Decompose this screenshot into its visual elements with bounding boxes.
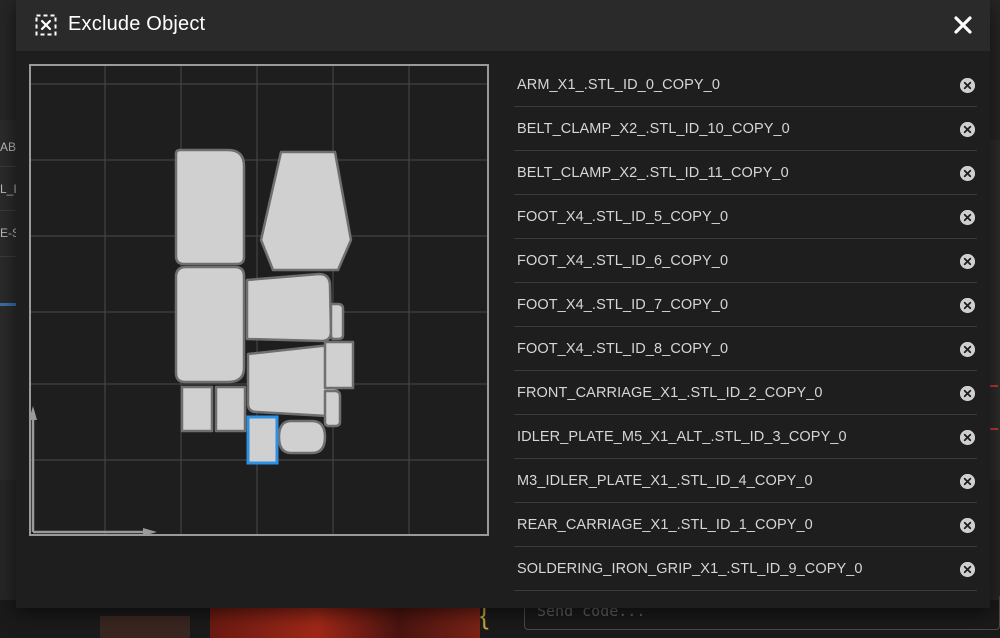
background-divider: [0, 256, 16, 257]
cancel-icon: [960, 78, 975, 93]
exclude-object-button[interactable]: [960, 78, 975, 93]
dialog-title: Exclude Object: [68, 13, 206, 35]
object-shape[interactable]: [259, 150, 353, 272]
close-button[interactable]: [950, 12, 976, 38]
list-item[interactable]: M3_IDLER_PLATE_X1_.STL_ID_4_COPY_0: [514, 459, 977, 503]
object-shape[interactable]: [180, 385, 214, 433]
cancel-icon: [960, 166, 975, 181]
list-item[interactable]: BELT_CLAMP_X2_.STL_ID_10_COPY_0: [514, 107, 977, 151]
object-name: FOOT_X4_.STL_ID_7_COPY_0: [517, 296, 729, 313]
cancel-icon: [960, 298, 975, 313]
build-plate-preview: [29, 64, 489, 536]
list-item[interactable]: ARM_X1_.STL_ID_0_COPY_0: [514, 63, 977, 107]
cancel-icon: [960, 210, 975, 225]
object-shape[interactable]: [174, 148, 246, 266]
object-name: M3_IDLER_PLATE_X1_.STL_ID_4_COPY_0: [517, 472, 813, 489]
exclude-object-button[interactable]: [960, 562, 975, 577]
background-accent: [990, 385, 998, 387]
list-item[interactable]: FOOT_X4_.STL_ID_5_COPY_0: [514, 195, 977, 239]
exclude-object-button[interactable]: [960, 430, 975, 445]
object-shape[interactable]: [174, 265, 246, 384]
background-thumbnail: [210, 608, 480, 638]
exclude-object-button[interactable]: [960, 474, 975, 489]
object-shape[interactable]: [323, 389, 342, 428]
exclude-object-button[interactable]: [960, 122, 975, 137]
object-shape[interactable]: [329, 302, 345, 341]
object-shape[interactable]: [245, 272, 333, 343]
list-item[interactable]: SOLDERING_IRON_GRIP_X1_.STL_ID_9_COPY_0: [514, 547, 977, 591]
list-item[interactable]: FOOT_X4_.STL_ID_8_COPY_0: [514, 327, 977, 371]
list-item[interactable]: IDLER_PLATE_M5_X1_ALT_.STL_ID_3_COPY_0: [514, 415, 977, 459]
exclude-object-button[interactable]: [960, 166, 975, 181]
list-item[interactable]: BELT_CLAMP_X2_.STL_ID_11_COPY_0: [514, 151, 977, 195]
cancel-icon: [960, 342, 975, 357]
exclude-object-button[interactable]: [960, 210, 975, 225]
cancel-icon: [960, 518, 975, 533]
plate-axes: [29, 406, 157, 536]
object-name: IDLER_PLATE_M5_X1_ALT_.STL_ID_3_COPY_0: [517, 428, 847, 445]
exclude-object-button[interactable]: [960, 254, 975, 269]
object-name: FOOT_X4_.STL_ID_8_COPY_0: [517, 340, 729, 357]
cancel-icon: [960, 254, 975, 269]
background-divider: [0, 210, 16, 211]
background-accent: [0, 303, 16, 306]
object-shape[interactable]: [246, 344, 339, 418]
object-shape[interactable]: [323, 340, 355, 390]
dialog-titlebar: Exclude Object: [16, 0, 990, 51]
exclude-object-button[interactable]: [960, 342, 975, 357]
object-name: FOOT_X4_.STL_ID_6_COPY_0: [517, 252, 729, 269]
cancel-icon: [960, 474, 975, 489]
object-shape[interactable]: [277, 419, 327, 455]
background-divider: [0, 166, 16, 167]
exclude-object-button[interactable]: [960, 518, 975, 533]
background-sidebar: [0, 120, 16, 480]
object-name: REAR_CARRIAGE_X1_.STL_ID_1_COPY_0: [517, 516, 813, 533]
object-name: FRONT_CARRIAGE_X1_.STL_ID_2_COPY_0: [517, 384, 823, 401]
cancel-icon: [960, 386, 975, 401]
object-name: FOOT_X4_.STL_ID_5_COPY_0: [517, 208, 729, 225]
background-text: L_I: [0, 182, 17, 196]
background-accent: [990, 428, 998, 430]
exclude-object-dialog: Exclude Object ARM_X1_.STL_ID_0_COPY_0 B…: [16, 0, 990, 608]
object-name: ARM_X1_.STL_ID_0_COPY_0: [517, 76, 720, 93]
background-thumbnail: [100, 616, 190, 638]
list-item[interactable]: FOOT_X4_.STL_ID_6_COPY_0: [514, 239, 977, 283]
cancel-icon: [960, 122, 975, 137]
list-item[interactable]: FRONT_CARRIAGE_X1_.STL_ID_2_COPY_0: [514, 371, 977, 415]
object-name: BELT_CLAMP_X2_.STL_ID_10_COPY_0: [517, 120, 790, 137]
close-icon: [954, 16, 972, 34]
exclude-object-icon: [35, 14, 57, 36]
object-name: SOLDERING_IRON_GRIP_X1_.STL_ID_9_COPY_0: [517, 560, 863, 577]
object-shape[interactable]: [214, 385, 247, 433]
object-list: ARM_X1_.STL_ID_0_COPY_0 BELT_CLAMP_X2_.S…: [514, 63, 977, 603]
list-item[interactable]: FOOT_X4_.STL_ID_7_COPY_0: [514, 283, 977, 327]
list-item[interactable]: REAR_CARRIAGE_X1_.STL_ID_1_COPY_0: [514, 503, 977, 547]
cancel-icon: [960, 430, 975, 445]
object-shape-highlighted[interactable]: [246, 415, 279, 465]
exclude-object-button[interactable]: [960, 298, 975, 313]
object-name: BELT_CLAMP_X2_.STL_ID_11_COPY_0: [517, 164, 789, 181]
cancel-icon: [960, 562, 975, 577]
exclude-object-button[interactable]: [960, 386, 975, 401]
